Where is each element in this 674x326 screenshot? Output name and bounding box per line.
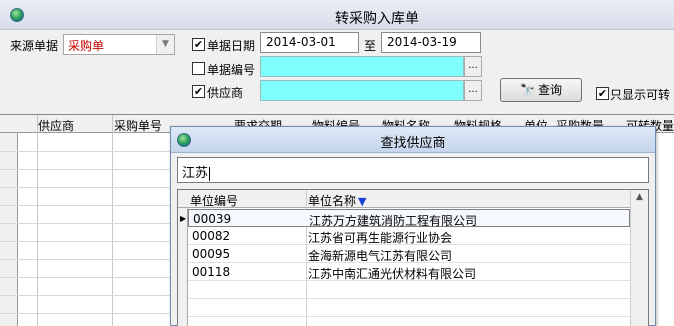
grid-row-divider (0, 151, 170, 152)
only-show-label: 只显示可转 (610, 88, 671, 102)
checkmark-icon: ✔ (597, 87, 608, 100)
checkmark-icon: ✔ (193, 85, 204, 98)
col-supplier[interactable]: 供应商 (38, 117, 74, 134)
supplier-search-value: 江苏 (182, 166, 209, 181)
supplier-name: 江苏中南汇通光伏材料有限公司 (308, 267, 477, 281)
supplier-checkbox[interactable]: ✔ (192, 85, 205, 98)
binoculars-icon: 🔭 (520, 83, 535, 97)
checkmark-icon: ✔ (193, 38, 204, 51)
supplier-name: 金海新源电气江苏有限公司 (308, 249, 453, 263)
empty-row (188, 299, 630, 317)
docno-label: 单据编号 (207, 63, 256, 77)
supplier-grid-header: 单位编号 单位名称 ▼ (178, 190, 648, 209)
date-label: 单据日期 (207, 39, 256, 53)
supplier-code: 00118 (192, 265, 231, 279)
date-to-label: 至 (364, 39, 377, 53)
grid-row-divider (0, 187, 170, 188)
supplier-name: 江苏省可再生能源行业协会 (308, 231, 453, 245)
grid-row-divider (0, 223, 170, 224)
query-button[interactable]: 🔭 查询 (500, 78, 582, 102)
supplier-browse-button[interactable]: ... (464, 80, 482, 101)
source-doc-label: 来源单据 (10, 39, 59, 53)
scroll-up-icon[interactable]: ▲ (631, 192, 648, 202)
col-po-number[interactable]: 采购单号 (114, 117, 162, 134)
supplier-code: 00095 (192, 247, 231, 261)
date-to-field[interactable]: 2014-03-19 (381, 32, 481, 53)
supplier-label: 供应商 (207, 86, 244, 100)
window-title: 转采购入库单 (335, 11, 419, 27)
supplier-code: 00082 (192, 229, 231, 243)
dialog-titlebar[interactable]: 查找供应商 (171, 127, 655, 153)
grid-row-divider (0, 169, 170, 170)
dialog-title: 查找供应商 (380, 136, 446, 151)
row-indicator-column (178, 190, 188, 326)
col-unit-code[interactable]: 单位编号 (190, 192, 238, 209)
grid-row-divider (0, 313, 170, 314)
col-unit-name[interactable]: 单位名称 ▼ (308, 192, 366, 209)
date-checkbox[interactable]: ✔ (192, 38, 205, 51)
supplier-results-grid[interactable]: 单位编号 单位名称 ▼ ▶ 00039 江苏万方建筑消防工程有限公司 00082 … (177, 189, 649, 326)
date-from-field[interactable]: 2014-03-01 (260, 32, 359, 53)
query-button-label: 查询 (537, 83, 562, 97)
text-caret (209, 166, 211, 181)
docno-checkbox[interactable] (192, 62, 205, 75)
grid-row-divider (0, 259, 170, 260)
supplier-row[interactable]: 00118 江苏中南汇通光伏材料有限公司 (188, 263, 630, 281)
only-show-checkbox[interactable]: ✔ (596, 87, 609, 100)
window-titlebar: 转采购入库单 (0, 0, 674, 30)
source-doc-combo[interactable]: 采购单 ▼ (63, 34, 175, 55)
grid-row-divider (0, 205, 170, 206)
supplier-code: 00039 (193, 212, 232, 226)
docno-field[interactable] (260, 56, 464, 77)
docno-browse-button[interactable]: ... (464, 56, 482, 77)
source-doc-value: 采购单 (68, 39, 105, 53)
supplier-row[interactable]: 00095 金海新源电气江苏有限公司 (188, 245, 630, 263)
supplier-row[interactable]: 00082 江苏省可再生能源行业协会 (188, 227, 630, 245)
grid-row-divider (0, 241, 170, 242)
chevron-down-icon[interactable]: ▼ (156, 35, 174, 54)
grid-row-divider (0, 277, 170, 278)
empty-row (188, 281, 630, 299)
supplier-field[interactable] (260, 80, 464, 101)
supplier-grid-scrollbar[interactable]: ▲ (630, 190, 648, 326)
sort-descending-icon: ▼ (358, 195, 367, 208)
find-supplier-dialog[interactable]: 查找供应商 江苏 单位编号 单位名称 ▼ ▶ 00039 江苏万方建筑消防工程有限… (170, 126, 656, 326)
supplier-search-input[interactable]: 江苏 (177, 157, 649, 183)
row-pointer-icon: ▶ (180, 214, 187, 223)
grid-row-divider (0, 295, 170, 296)
supplier-row[interactable]: 00039 江苏万方建筑消防工程有限公司 (188, 209, 630, 228)
col-unit-name-label: 单位名称 (308, 194, 357, 208)
